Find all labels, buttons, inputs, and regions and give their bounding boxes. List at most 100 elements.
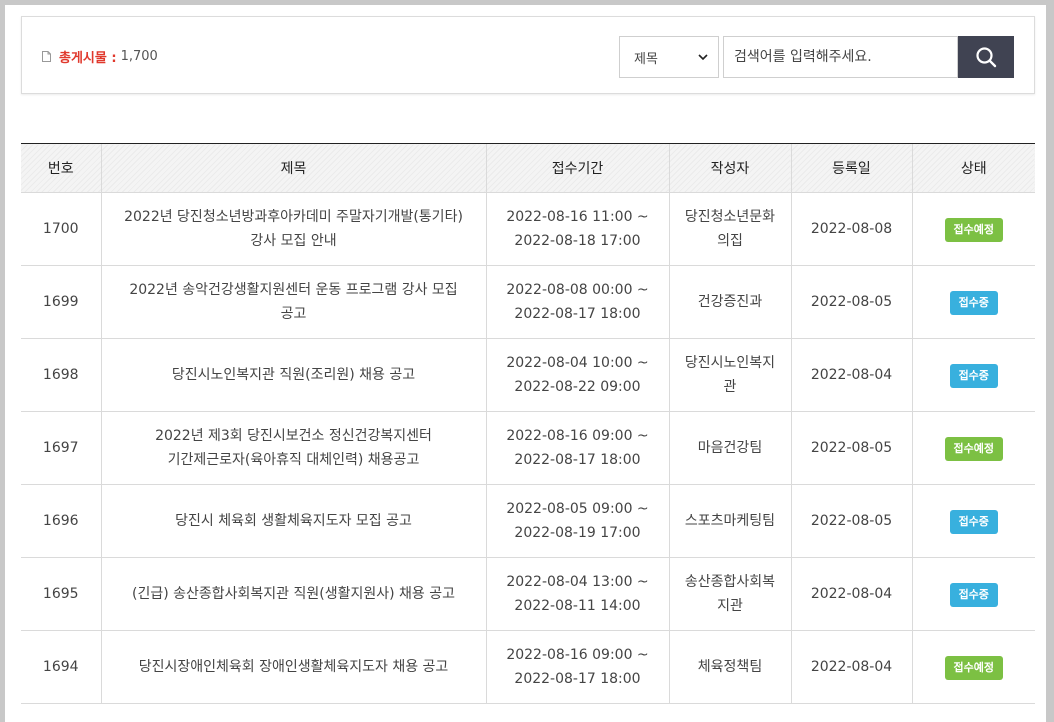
column-header-number: 번호 <box>21 143 101 193</box>
period-start: 2022-08-04 10:00 ~ <box>506 355 649 371</box>
post-status: 접수예정 <box>911 630 1035 704</box>
post-status: 접수중 <box>911 484 1035 558</box>
post-title-link[interactable]: (긴급) 송산종합사회복지관 직원(생활지원사) 채용 공고 <box>100 557 486 631</box>
post-title-link[interactable]: 2022년 당진청소년방과후아카데미 주말자기개발(통기타) 강사 모집 안내 <box>100 192 486 266</box>
post-author-line2: 의집 <box>717 233 743 249</box>
post-author: 체육정책팀 <box>668 630 791 704</box>
status-badge: 접수중 <box>949 363 998 388</box>
status-badge: 접수중 <box>949 290 998 315</box>
post-title-line2: 기간제근로자(육아휴직 대체인력) 채용공고 <box>167 452 420 468</box>
table-row[interactable]: 1698 당진시노인복지관 직원(조리원) 채용 공고 2022-08-04 10:… <box>21 338 1035 412</box>
column-header-author: 작성자 <box>668 143 791 193</box>
post-author-line1: 스포츠마케팅팀 <box>684 513 776 529</box>
post-date: 2022-08-05 <box>790 484 912 558</box>
board-toolbar: 총게시물 : 1,700 제목 <box>21 16 1035 94</box>
post-author-line2: 지관 <box>717 598 743 614</box>
search-button[interactable] <box>958 36 1014 78</box>
post-status: 접수예정 <box>911 411 1035 485</box>
period-end: 2022-08-17 18:00 <box>514 306 641 322</box>
post-author: 건강증진과 <box>668 265 791 339</box>
board-page: 총게시물 : 1,700 제목 번호 <box>5 5 1046 722</box>
post-title-link[interactable]: 2022년 제3회 당진시보건소 정신건강복지센터기간제근로자(육아휴직 대체인… <box>100 411 486 485</box>
post-title-link[interactable]: 당진시 체육회 생활체육지도자 모집 공고 <box>100 484 486 558</box>
post-date: 2022-08-05 <box>790 265 912 339</box>
post-date: 2022-08-04 <box>790 630 912 704</box>
period-start: 2022-08-16 09:00 ~ <box>506 647 649 663</box>
post-date: 2022-08-04 <box>790 557 912 631</box>
total-posts: 총게시물 : 1,700 <box>42 47 158 66</box>
table-row[interactable]: 1700 2022년 당진청소년방과후아카데미 주말자기개발(통기타) 강사 모집 … <box>21 192 1035 266</box>
post-period: 2022-08-16 11:00 ~ 2022-08-18 17:00 <box>485 192 669 266</box>
period-end: 2022-08-19 17:00 <box>514 525 641 541</box>
status-badge: 접수예정 <box>944 655 1003 680</box>
post-period: 2022-08-05 09:00 ~ 2022-08-19 17:00 <box>485 484 669 558</box>
period-end: 2022-08-17 18:00 <box>514 452 641 468</box>
document-icon <box>42 51 51 62</box>
post-author: 당진청소년문화의집 <box>668 192 791 266</box>
post-title-line1: 당진시 체육회 생활체육지도자 모집 공고 <box>175 513 412 529</box>
period-start: 2022-08-16 11:00 ~ <box>506 209 649 225</box>
post-author-line1: 당진시노인복지 <box>684 355 776 371</box>
chevron-down-icon <box>698 54 708 61</box>
post-author: 스포츠마케팅팀 <box>668 484 791 558</box>
post-number: 1697 <box>21 411 101 485</box>
post-title-line2: 강사 모집 안내 <box>250 233 337 249</box>
post-author-line1: 건강증진과 <box>697 294 763 310</box>
post-title-line1: (긴급) 송산종합사회복지관 직원(생활지원사) 채용 공고 <box>131 586 455 602</box>
search-input[interactable] <box>723 36 958 78</box>
table-body: 1700 2022년 당진청소년방과후아카데미 주말자기개발(통기타) 강사 모집 … <box>21 192 1035 704</box>
period-end: 2022-08-22 09:00 <box>514 379 641 395</box>
post-number: 1700 <box>21 192 101 266</box>
post-status: 접수중 <box>911 557 1035 631</box>
search-field-selected: 제목 <box>634 51 658 67</box>
total-posts-label: 총게시물 : <box>59 51 117 66</box>
post-title-line1: 당진시장애인체육회 장애인생활체육지도자 채용 공고 <box>138 659 449 675</box>
post-date: 2022-08-05 <box>790 411 912 485</box>
status-badge: 접수중 <box>949 509 998 534</box>
post-title-link[interactable]: 2022년 송악건강생활지원센터 운동 프로그램 강사 모집공고 <box>100 265 486 339</box>
total-posts-count: 1,700 <box>120 49 158 64</box>
search-icon <box>976 47 997 68</box>
post-status: 접수중 <box>911 338 1035 412</box>
period-start: 2022-08-05 09:00 ~ <box>506 501 649 517</box>
column-header-date: 등록일 <box>790 143 912 193</box>
post-author: 마음건강팀 <box>668 411 791 485</box>
post-period: 2022-08-16 09:00 ~ 2022-08-17 18:00 <box>485 411 669 485</box>
post-number: 1699 <box>21 265 101 339</box>
period-end: 2022-08-11 14:00 <box>514 598 641 614</box>
table-row[interactable]: 1696 당진시 체육회 생활체육지도자 모집 공고 2022-08-05 09:0… <box>21 484 1035 558</box>
search-field-select[interactable]: 제목 <box>619 36 719 78</box>
period-start: 2022-08-08 00:00 ~ <box>506 282 649 298</box>
post-title-line2: 공고 <box>280 306 307 322</box>
post-title-line1: 2022년 송악건강생활지원센터 운동 프로그램 강사 모집 <box>129 282 458 298</box>
period-start: 2022-08-04 13:00 ~ <box>506 574 649 590</box>
table-row[interactable]: 1697 2022년 제3회 당진시보건소 정신건강복지센터 기간제근로자(육아휴직… <box>21 411 1035 485</box>
post-title-line1: 2022년 당진청소년방과후아카데미 주말자기개발(통기타) <box>124 209 463 225</box>
post-number: 1694 <box>21 630 101 704</box>
post-number: 1695 <box>21 557 101 631</box>
post-author: 송산종합사회복지관 <box>668 557 791 631</box>
post-author-line1: 당진청소년문화 <box>684 209 776 225</box>
post-author-line2: 관 <box>723 379 737 395</box>
status-badge: 접수중 <box>949 582 998 607</box>
post-author-line1: 마음건강팀 <box>697 440 763 456</box>
table-row[interactable]: 1699 2022년 송악건강생활지원센터 운동 프로그램 강사 모집 공고 2022… <box>21 265 1035 339</box>
post-number: 1698 <box>21 338 101 412</box>
post-author-line1: 송산종합사회복 <box>684 574 776 590</box>
post-author-line1: 체육정책팀 <box>697 659 763 675</box>
post-status: 접수예정 <box>911 192 1035 266</box>
table-row[interactable]: 1694 당진시장애인체육회 장애인생활체육지도자 채용 공고 2022-08-16… <box>21 630 1035 704</box>
post-period: 2022-08-16 09:00 ~ 2022-08-17 18:00 <box>485 630 669 704</box>
status-badge: 접수예정 <box>944 217 1003 242</box>
post-title-link[interactable]: 당진시노인복지관 직원(조리원) 채용 공고 <box>100 338 486 412</box>
column-header-status: 상태 <box>911 143 1035 193</box>
post-date: 2022-08-04 <box>790 338 912 412</box>
table-row[interactable]: 1695 (긴급) 송산종합사회복지관 직원(생활지원사) 채용 공고 2022-0… <box>21 557 1035 631</box>
post-title-line1: 당진시노인복지관 직원(조리원) 채용 공고 <box>171 367 416 383</box>
post-author: 당진시노인복지관 <box>668 338 791 412</box>
post-date: 2022-08-08 <box>790 192 912 266</box>
post-period: 2022-08-04 13:00 ~ 2022-08-11 14:00 <box>485 557 669 631</box>
post-title-link[interactable]: 당진시장애인체육회 장애인생활체육지도자 채용 공고 <box>100 630 486 704</box>
period-end: 2022-08-18 17:00 <box>514 233 641 249</box>
post-title-line1: 2022년 제3회 당진시보건소 정신건강복지센터 <box>155 428 432 444</box>
